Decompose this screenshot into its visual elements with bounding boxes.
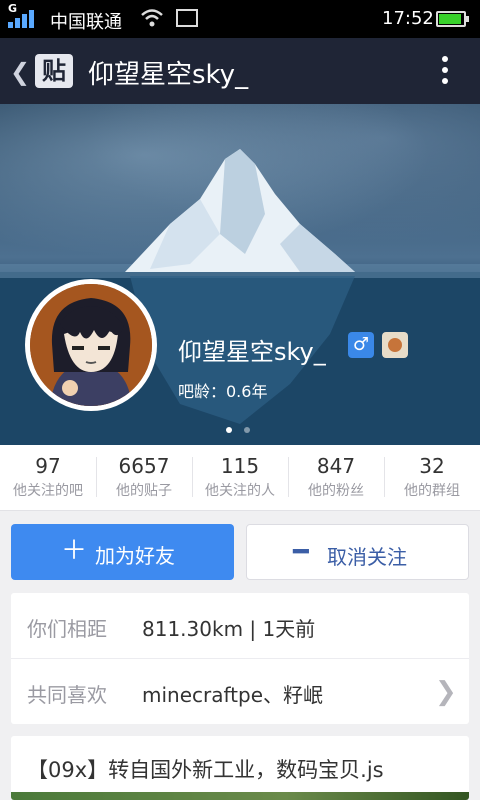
post-card[interactable]: 【09x】转自国外新工业，数码宝贝.js (11, 736, 469, 800)
stat-following[interactable]: 115 他关注的人 (192, 445, 288, 510)
image-icon (176, 9, 198, 27)
interests-value: minecraftpe、籽岷 (142, 683, 324, 707)
profile-cover[interactable]: 仰望星空sky_ ♂ 吧龄：0.6年 (0, 104, 480, 445)
header-bar: ❮ 贴 仰望星空sky_ (0, 38, 480, 104)
stat-value: 97 (35, 454, 61, 478)
stat-label: 他的群组 (404, 483, 460, 499)
stat-value: 6657 (118, 454, 170, 478)
page-title: 仰望星空sky_ (88, 60, 249, 90)
minus-icon: ━ (293, 537, 309, 567)
stat-followed-bars[interactable]: 97 他关注的吧 (0, 445, 96, 510)
add-friend-label: 加为好友 (95, 544, 175, 568)
carrier-name: 中国联通 (50, 12, 122, 33)
add-friend-button[interactable]: ＋ 加为好友 (11, 524, 234, 580)
stat-label: 他关注的吧 (13, 483, 83, 499)
stat-groups[interactable]: 32 他的群组 (384, 445, 480, 510)
avatar[interactable] (30, 284, 152, 406)
page-dot (244, 427, 250, 433)
unfollow-label: 取消关注 (327, 545, 407, 569)
page-dot-active (226, 427, 232, 433)
tieba-logo[interactable]: 贴 (35, 54, 73, 88)
post-title: 【09x】转自国外新工业，数码宝贝.js (27, 758, 384, 782)
distance-label: 你们相距 (27, 617, 107, 641)
profile-name: 仰望星空sky_ (178, 338, 326, 366)
stat-value: 847 (316, 454, 356, 478)
interests-label: 共同喜欢 (27, 683, 107, 707)
male-gender-icon: ♂ (348, 332, 374, 358)
stat-posts[interactable]: 6657 他的贴子 (96, 445, 192, 510)
unfollow-button[interactable]: ━ 取消关注 (246, 524, 469, 580)
stat-fans[interactable]: 847 他的粉丝 (288, 445, 384, 510)
stat-label: 他关注的人 (205, 483, 275, 499)
post-thumbnails (11, 792, 469, 800)
chevron-right-icon: ❯ (435, 677, 457, 707)
avatar-image (30, 284, 152, 406)
common-interests-row[interactable]: 共同喜欢 minecraftpe、籽岷 ❯ (11, 659, 469, 724)
stats-bar: 97 他关注的吧 6657 他的贴子 115 他关注的人 847 他的粉丝 32 他的群组 (0, 445, 480, 511)
tieba-age: 吧龄：0.6年 (178, 382, 268, 401)
avatar-frame[interactable] (25, 279, 157, 411)
clock: 17:52 (382, 8, 434, 29)
level-badge-icon[interactable] (382, 332, 408, 358)
more-menu-icon[interactable] (440, 56, 450, 86)
stat-label: 他的贴子 (116, 483, 172, 499)
wifi-icon (141, 9, 163, 27)
distance-value: 811.30km | 1天前 (142, 617, 316, 641)
status-bar: G 中国联通 17:52 (0, 0, 480, 38)
relation-info-card: 你们相距 811.30km | 1天前 共同喜欢 minecraftpe、籽岷 … (11, 593, 469, 724)
stat-value: 115 (220, 454, 260, 478)
plus-icon: ＋ (61, 536, 88, 566)
stat-label: 他的粉丝 (308, 483, 364, 499)
battery-icon (436, 11, 469, 27)
page-indicator (226, 418, 262, 437)
back-icon[interactable]: ❮ (10, 58, 30, 86)
stat-value: 32 (419, 454, 445, 478)
signal-icon (8, 10, 38, 28)
distance-row: 你们相距 811.30km | 1天前 (11, 593, 469, 659)
